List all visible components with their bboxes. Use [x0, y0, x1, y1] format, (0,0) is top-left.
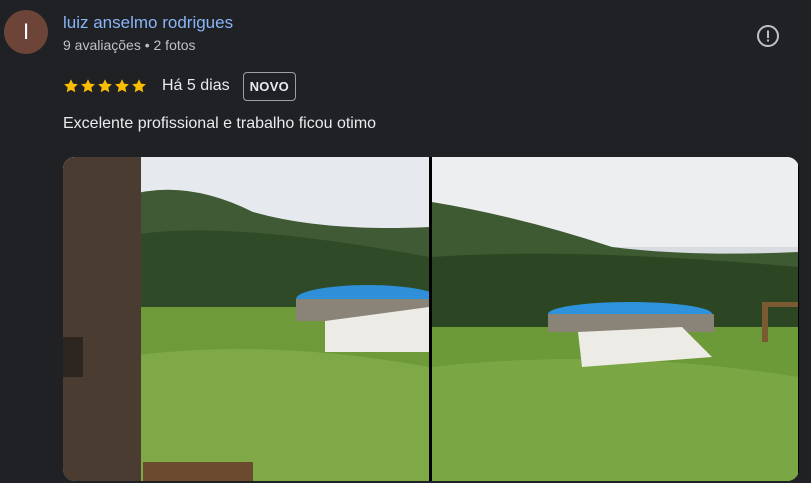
garden-pool-photo-icon — [432, 157, 798, 481]
author-name-link[interactable]: luiz anselmo rodrigues — [63, 13, 233, 33]
review-date: Há 5 dias — [162, 77, 230, 94]
star-icon — [64, 79, 78, 93]
photo-gallery — [63, 157, 799, 481]
star-icon — [81, 79, 95, 93]
star-rating — [63, 78, 147, 94]
review-card: I luiz anselmo rodrigues 9 avaliações • … — [0, 0, 811, 483]
more-options-button[interactable] — [756, 24, 780, 48]
avatar-initial: I — [22, 19, 30, 44]
star-icon — [115, 79, 129, 93]
new-badge: NOVO — [242, 71, 297, 101]
review-photo-1[interactable] — [63, 157, 429, 481]
rating-row: Há 5 dias NOVO — [63, 71, 297, 101]
star-icon — [98, 79, 112, 93]
exclamation-circle-icon — [757, 25, 779, 47]
garden-pool-photo-icon — [63, 157, 429, 481]
review-text: Excelente profissional e trabalho ficou … — [63, 115, 377, 132]
review-photo-2[interactable] — [432, 157, 798, 481]
author-meta: 9 avaliações • 2 fotos — [63, 37, 196, 53]
star-icon — [132, 79, 146, 93]
avatar[interactable]: I — [4, 10, 48, 54]
